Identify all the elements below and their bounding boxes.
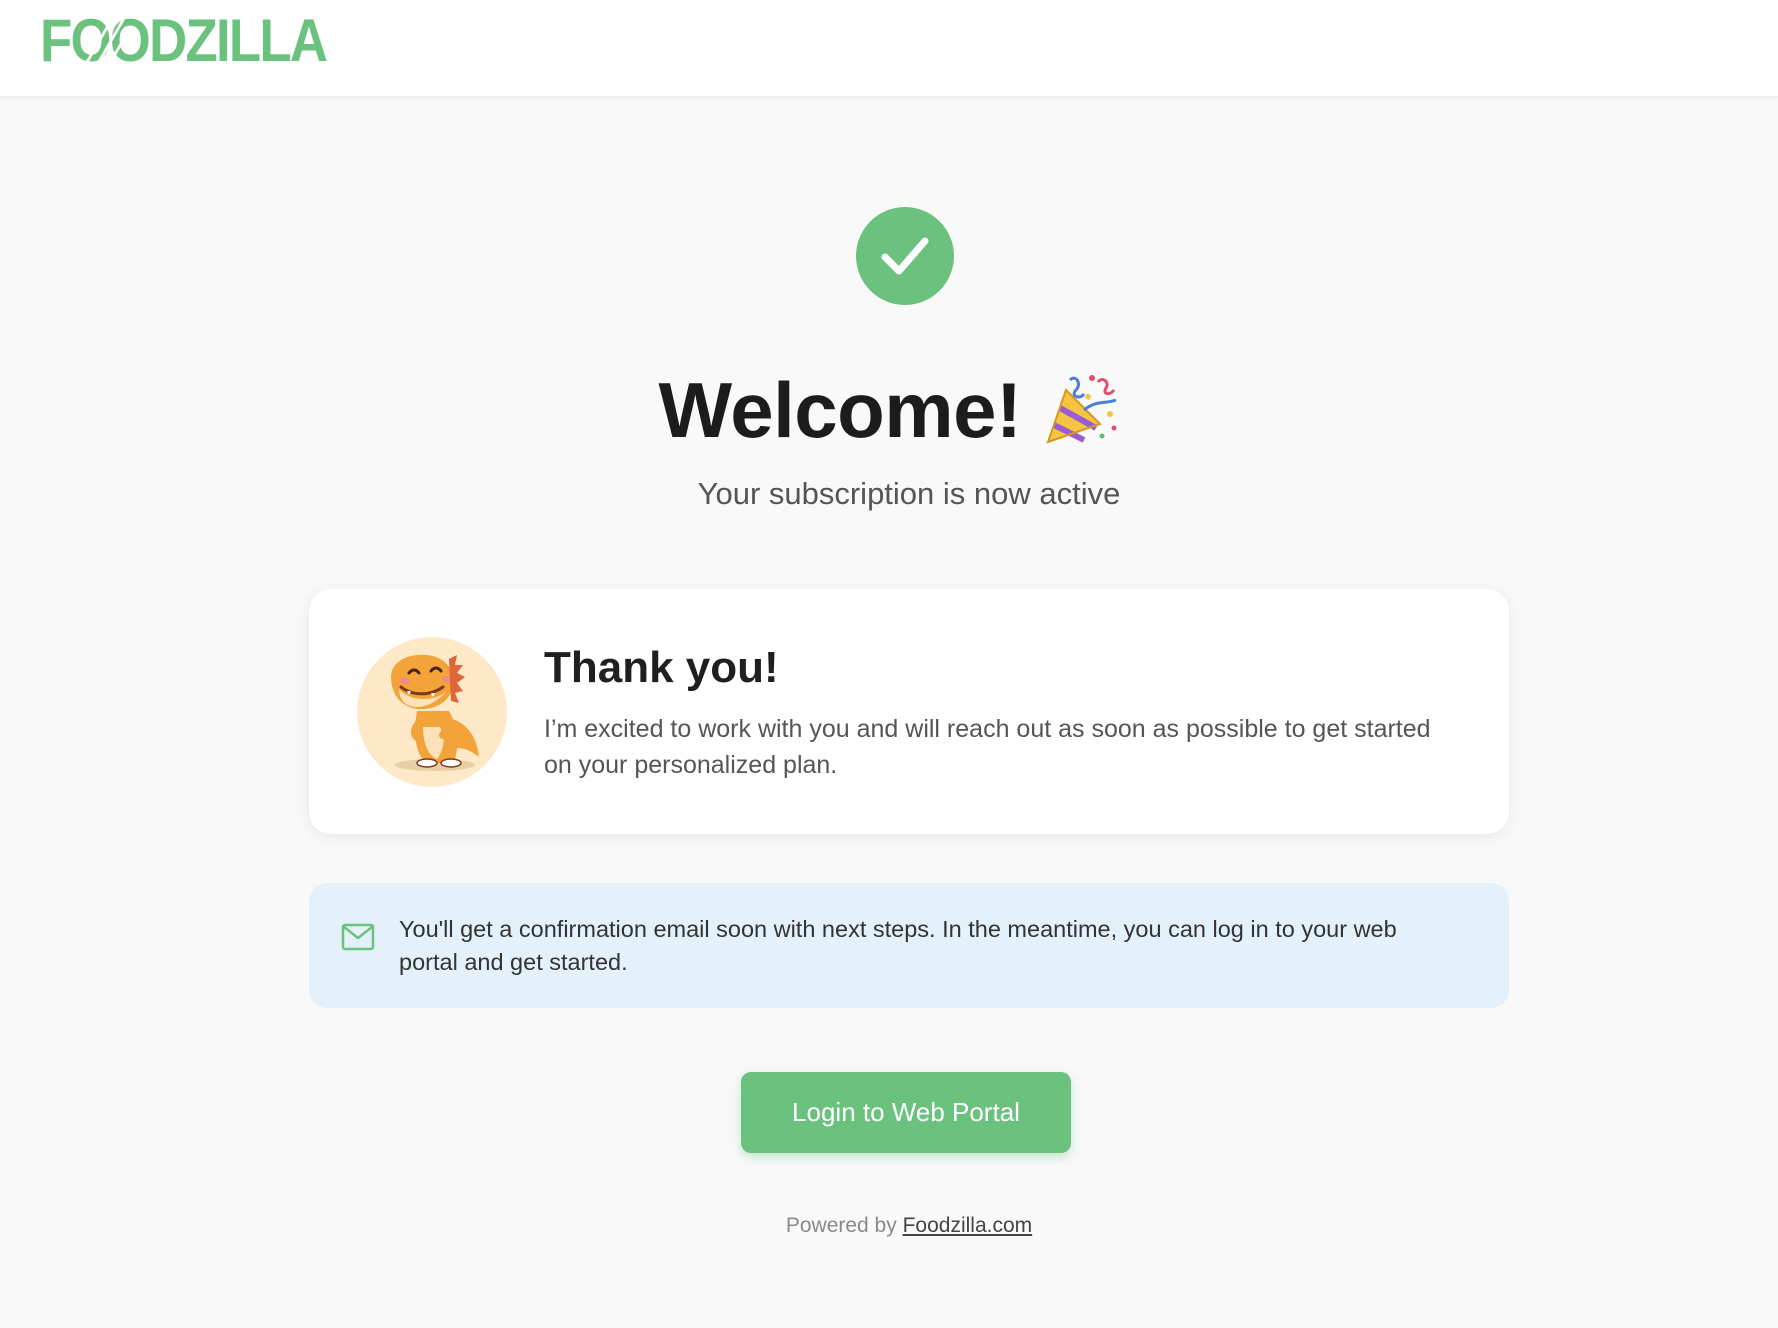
dinosaur-mascot-icon <box>391 654 479 771</box>
subscription-status-text: Your subscription is now active <box>697 476 1121 511</box>
confirmation-email-text: You'll get a confirmation email soon wit… <box>399 916 1397 975</box>
logo-letters-dzilla: DZILLA <box>149 7 328 74</box>
logo-letter-f: F <box>40 7 72 74</box>
welcome-heading: Welcome! <box>0 362 1778 458</box>
thank-you-title: Thank you! <box>544 643 779 692</box>
page-title: Welcome! <box>658 365 1023 454</box>
dinosaur-avatar <box>357 637 507 787</box>
checkmark-icon <box>881 237 929 275</box>
mail-icon <box>341 923 375 951</box>
thank-you-card: Thank you! I’m excited to work with you … <box>309 589 1509 834</box>
login-web-portal-button[interactable]: Login to Web Portal <box>741 1072 1071 1153</box>
powered-by-label: Powered by <box>785 1214 903 1237</box>
success-check-icon <box>856 207 954 305</box>
logo-letters-oo: OO <box>70 7 151 74</box>
party-popper-icon <box>1045 375 1117 444</box>
thank-you-message: I’m excited to work with you and will re… <box>544 715 1431 779</box>
foodzilla-logo[interactable]: F OO DZILLA <box>40 7 328 74</box>
footer-powered-by: Powered by Foodzilla.com <box>0 1214 1778 1238</box>
top-header: F OO DZILLA <box>0 0 1778 97</box>
foodzilla-link[interactable]: Foodzilla.com <box>903 1214 1033 1237</box>
confirmation-info-box: You'll get a confirmation email soon wit… <box>309 883 1509 1008</box>
